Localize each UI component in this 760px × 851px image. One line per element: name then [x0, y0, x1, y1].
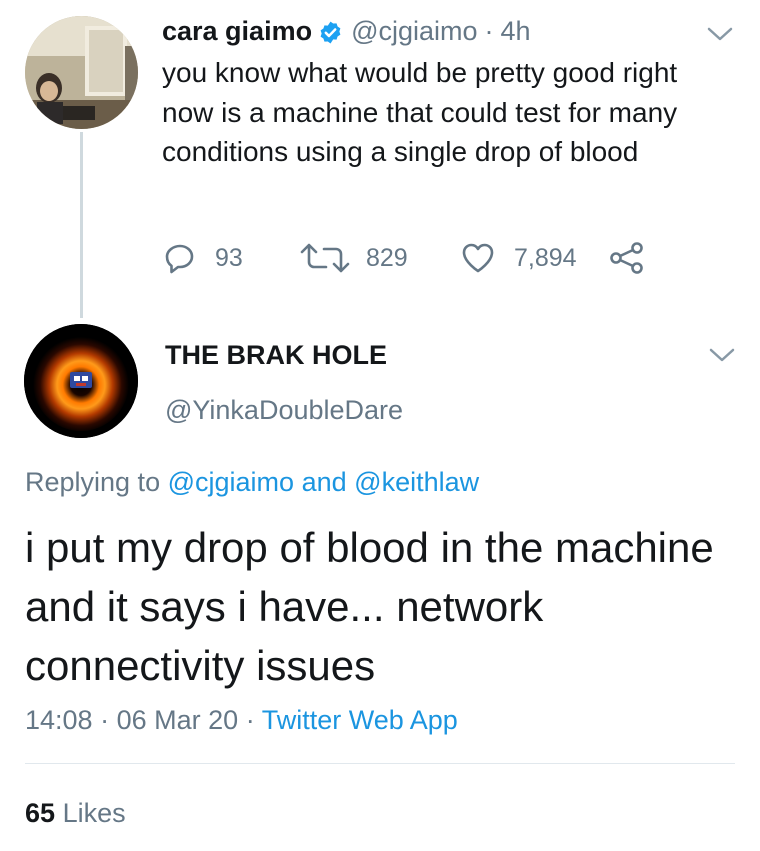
retweet-action[interactable]: 829: [298, 240, 408, 276]
caret-down-icon[interactable]: [708, 346, 736, 364]
tweet-timestamp[interactable]: 4h: [501, 14, 531, 48]
source-app-link[interactable]: Twitter Web App: [262, 705, 458, 735]
replying-and: and: [301, 467, 347, 497]
likes-count: 65: [25, 798, 56, 828]
header-separator: ·: [484, 16, 494, 46]
reply-count: 93: [215, 243, 243, 272]
reply-author-avatar[interactable]: [24, 324, 138, 438]
author-handle[interactable]: @cjgiaimo: [351, 14, 477, 48]
tweet-text: you know what would be pretty good right…: [162, 57, 678, 167]
reply-author-name[interactable]: THE BRAK HOLE: [165, 338, 387, 372]
like-count: 7,894: [514, 243, 577, 272]
replying-prefix: Replying to: [25, 467, 161, 497]
avatar-photo: [25, 16, 138, 129]
reply-icon: [163, 241, 197, 275]
verified-badge-icon: [318, 19, 343, 44]
retweet-count: 829: [366, 243, 408, 272]
divider: [25, 763, 735, 764]
like-icon: [460, 241, 496, 275]
share-icon[interactable]: [609, 240, 645, 276]
reply-date[interactable]: 06 Mar 20: [117, 705, 239, 735]
retweet-icon: [298, 241, 352, 275]
avatar-blackhole-image: [24, 324, 138, 438]
thread-connector-line: [80, 132, 83, 318]
tweet-header: cara giaimo @cjgiaimo · 4h: [162, 14, 531, 48]
likes-summary[interactable]: 65 Likes: [25, 795, 126, 831]
reply-action[interactable]: 93: [163, 240, 243, 276]
like-action[interactable]: 7,894: [460, 240, 577, 276]
reply-metadata: 14:08 · 06 Mar 20 · Twitter Web App: [25, 702, 458, 738]
author-name[interactable]: cara giaimo: [162, 14, 312, 48]
replying-to-line: Replying to @cjgiaimo and @keithlaw: [25, 464, 479, 500]
mention-link-cjgiaimo[interactable]: @cjgiaimo: [168, 467, 294, 497]
reply-time[interactable]: 14:08: [25, 705, 93, 735]
author-avatar[interactable]: [25, 16, 138, 129]
reply-text: i put my drop of blood in the machine an…: [25, 524, 714, 689]
mention-link-keithlaw[interactable]: @keithlaw: [354, 467, 479, 497]
reply-author-handle[interactable]: @YinkaDoubleDare: [165, 393, 403, 427]
meta-separator: ·: [245, 705, 255, 735]
likes-label: Likes: [62, 798, 126, 828]
meta-separator: ·: [100, 705, 110, 735]
caret-down-icon[interactable]: [706, 25, 734, 43]
